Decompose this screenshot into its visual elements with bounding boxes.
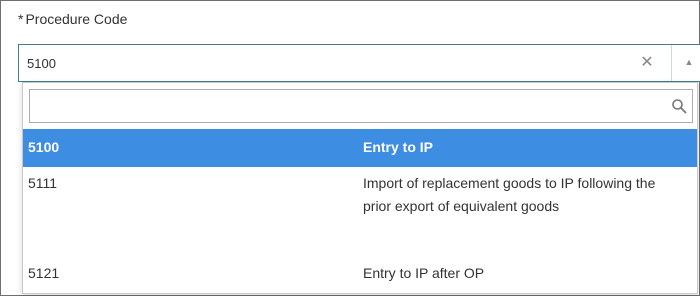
search-icon: [672, 99, 687, 114]
procedure-code-select[interactable]: 5100 ✕ ▲: [18, 44, 700, 82]
option-code: 5100: [28, 139, 60, 155]
option-description: Entry to IP: [363, 139, 434, 155]
option-code: 5111: [28, 175, 58, 191]
required-marker: *: [18, 11, 24, 27]
field-label-text: Procedure Code: [25, 11, 128, 27]
dropdown-panel: 5100 Entry to IP 5111 Import of replacem…: [22, 82, 698, 294]
selected-value: 5100: [27, 56, 56, 71]
option-5111[interactable]: 5111 Import of replacement goods to IP f…: [23, 167, 697, 257]
search-box[interactable]: [29, 89, 693, 123]
option-code: 5121: [28, 265, 60, 281]
option-5100[interactable]: 5100 Entry to IP: [23, 129, 697, 167]
option-description: Import of replacement goods to IP follow…: [363, 175, 656, 214]
option-5121[interactable]: 5121 Entry to IP after OP: [23, 257, 697, 293]
caret-up-icon[interactable]: ▲: [682, 53, 696, 71]
option-description: Entry to IP after OP: [363, 265, 485, 281]
field-label: * Procedure Code: [18, 11, 127, 27]
close-icon[interactable]: ✕: [639, 54, 655, 72]
select-divider: [671, 45, 672, 81]
search-input[interactable]: [30, 90, 660, 122]
